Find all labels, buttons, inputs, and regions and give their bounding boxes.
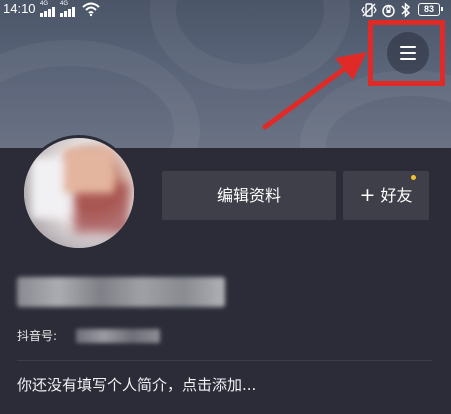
username-redacted — [17, 277, 225, 307]
wifi-icon — [82, 2, 100, 17]
notification-dot — [411, 175, 416, 180]
bluetooth-icon — [401, 2, 411, 18]
status-bar: 14:10 4G 4G 83 — [0, 0, 451, 20]
divider — [17, 360, 432, 361]
edit-profile-button[interactable]: 编辑资料 — [162, 171, 336, 220]
arrow-annotation-icon — [262, 52, 367, 130]
status-time: 14:10 — [3, 1, 36, 16]
add-friend-label: 好友 — [380, 186, 413, 205]
douyin-id-label: 抖音号: — [17, 329, 58, 343]
plus-icon: + — [359, 184, 376, 206]
highlight-annotation — [368, 20, 445, 86]
add-friend-button[interactable]: + 好友 — [343, 171, 429, 220]
douyin-id-redacted[interactable] — [76, 329, 160, 343]
alarm-icon — [382, 4, 395, 18]
vibrate-icon — [361, 3, 377, 17]
avatar[interactable] — [21, 135, 137, 251]
bio-placeholder[interactable]: 你还没有填写个人简介，点击添加... — [17, 374, 256, 395]
battery-icon: 83 — [418, 3, 443, 16]
